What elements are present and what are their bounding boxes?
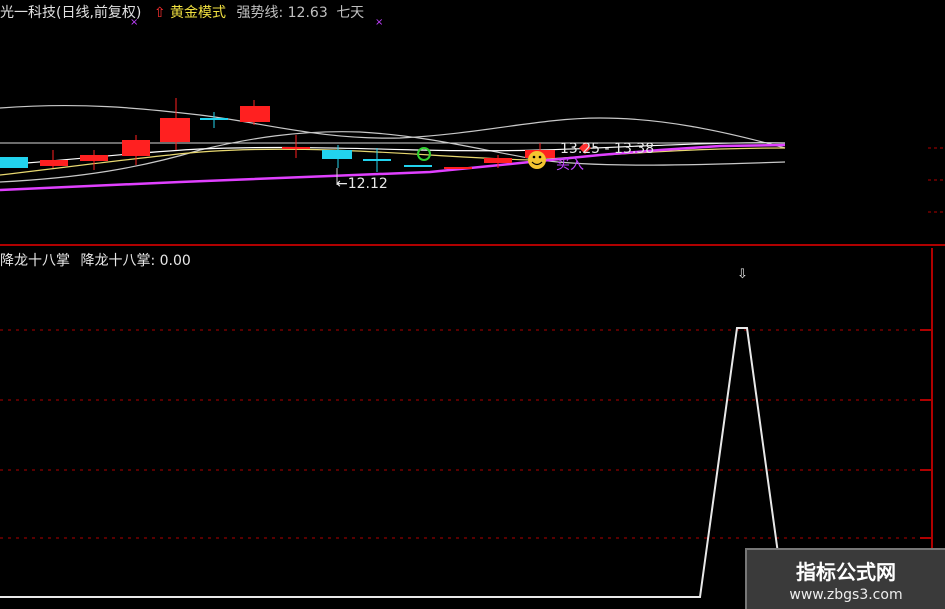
indicator-name: 降龙十八掌 — [0, 253, 70, 269]
watermark: 指标公式网 www.zbgs3.com — [745, 548, 945, 609]
candle-up — [160, 118, 190, 142]
indicator-value-label: 降龙十八掌: — [80, 253, 156, 269]
price-chart-canvas: × × — [0, 17, 945, 246]
candle-up — [484, 158, 512, 163]
chart-header: 光一科技(日线,前复权) ⇧ 黄金模式 强势线: 12.63 七天 — [0, 2, 364, 22]
ma-yellow-line — [0, 147, 786, 176]
price-chart-panel[interactable]: × × 光一科技(日线,前复权) ⇧ 黄金模式 强势线: 12.63 七天 ←1… — [0, 0, 945, 248]
indicator-gridlines — [0, 329, 932, 539]
indicator-axis-ticks — [920, 329, 932, 539]
candle-up — [40, 160, 68, 166]
strong-line-value: 12.63 — [287, 5, 328, 21]
price-axis-ticks — [928, 147, 945, 213]
candle-up — [122, 140, 150, 156]
stock-title: 光一科技(日线,前复权) — [0, 5, 142, 21]
candle-down — [322, 150, 352, 159]
mode-arrow-icon: ⇧ — [153, 5, 166, 21]
watermark-url: www.zbgs3.com — [789, 587, 903, 603]
strong-line-label: 强势线: — [236, 5, 284, 21]
ma-envelope-upper — [0, 104, 786, 149]
smiley-eye-icon — [538, 155, 542, 159]
buy-signal-label: 买入 — [556, 157, 584, 173]
indicator-peak-marker: ⇩ — [737, 267, 748, 282]
indicator-header: 降龙十八掌 降龙十八掌: 0.00 — [0, 250, 191, 270]
indicator-value: 0.00 — [159, 253, 191, 269]
mode-label: 黄金模式 — [170, 5, 227, 21]
low-price-annotation: ←12.12 — [336, 176, 388, 192]
smiley-icon — [528, 151, 546, 169]
watermark-title: 指标公式网 — [796, 560, 896, 584]
smiley-eye-icon — [532, 155, 536, 159]
candle-up — [80, 155, 108, 161]
candle-up — [240, 106, 270, 122]
x-marker-icon: × — [375, 17, 383, 28]
ma-white-line — [0, 142, 786, 166]
candle-down — [0, 157, 28, 168]
trailing-label: 七天 — [336, 5, 365, 21]
